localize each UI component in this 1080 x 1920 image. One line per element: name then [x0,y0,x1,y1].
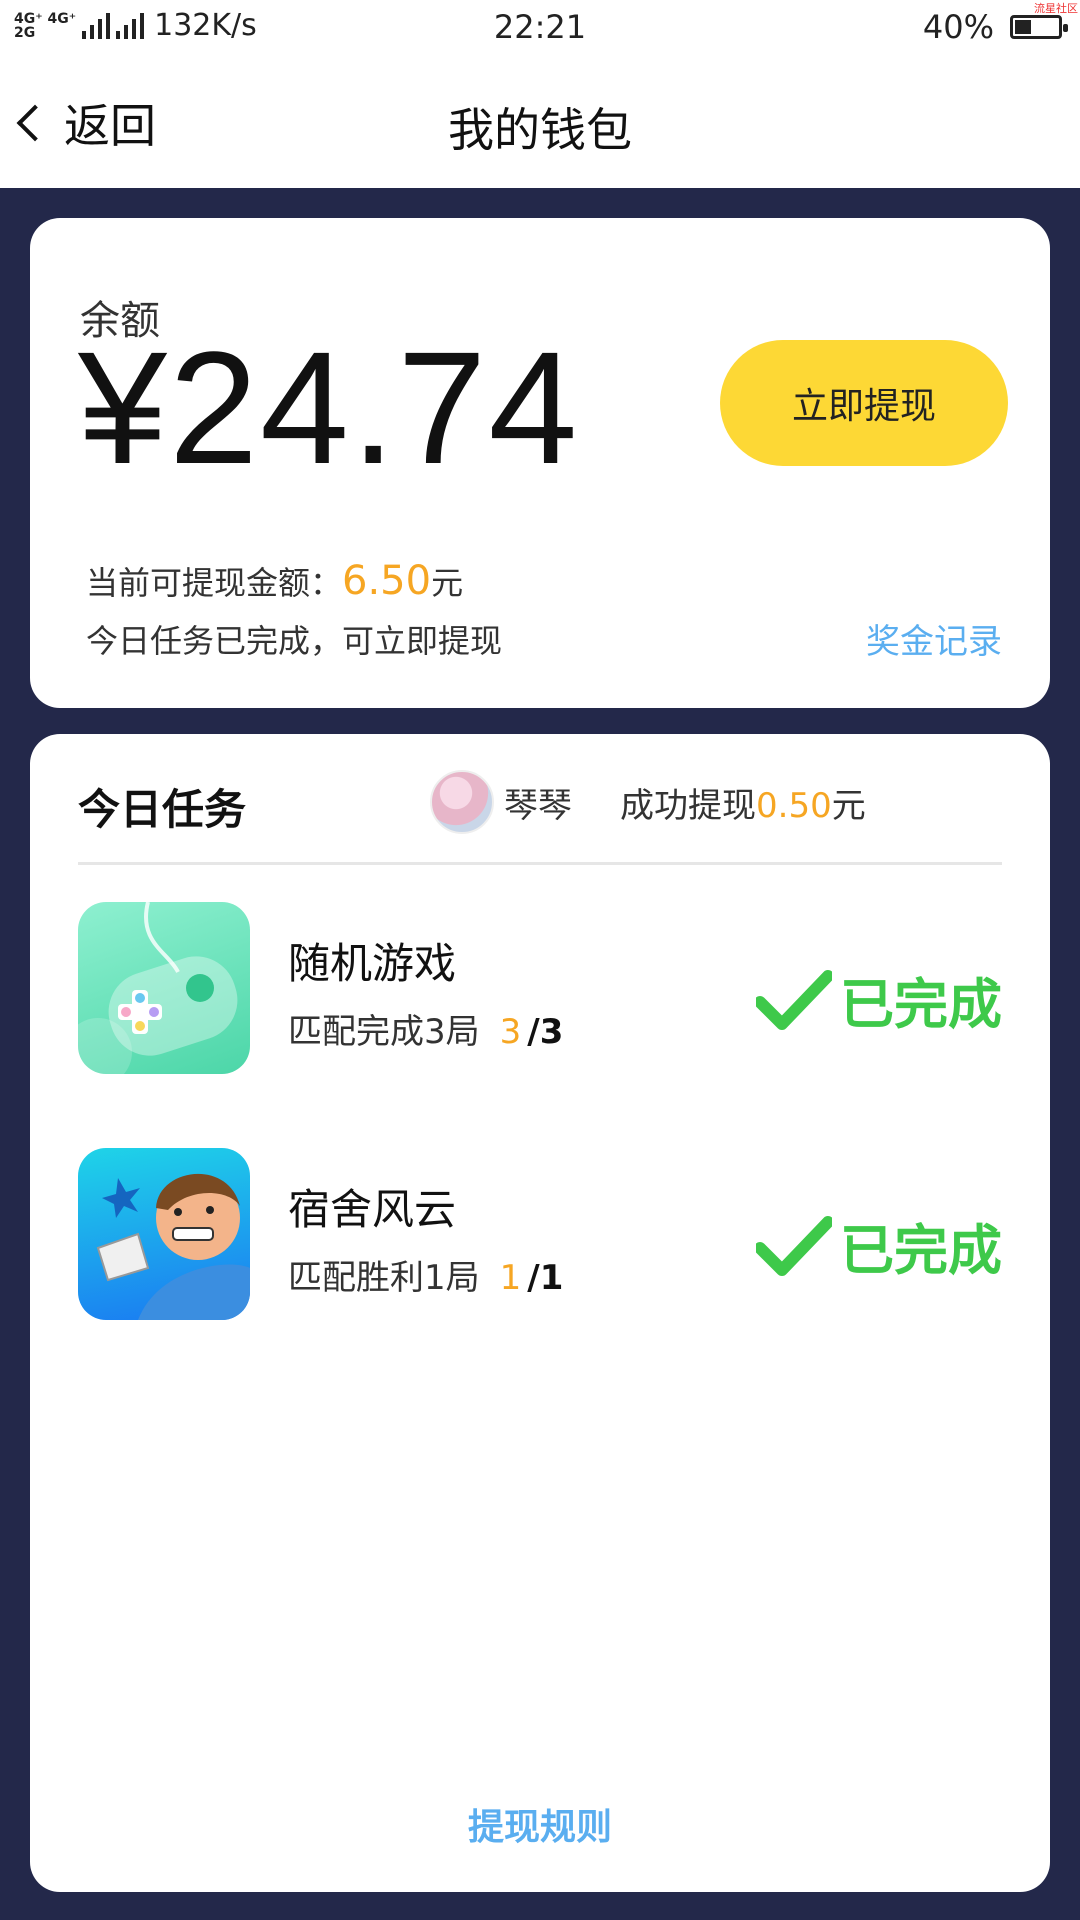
success-prefix: 成功提现 [620,786,756,826]
check-icon [756,1215,832,1276]
completed-status: 已完成 [756,960,1002,1039]
watermark: 流星社区 [1034,2,1078,15]
completed-label: 已完成 [840,973,1002,1036]
completed-status: 已完成 [756,1206,1002,1285]
status-bar: 4G⁺ 4G⁺ 2G 132K/s 22:21 40% 流星社区 [0,0,1080,60]
nav-bar: 返回 我的钱包 [0,60,1080,188]
success-amount: 0.50 [756,786,832,826]
task-requirement: 匹配胜利1局 [288,1258,480,1298]
divider [78,862,1002,865]
withdraw-rules-link[interactable]: 提现规则 [30,1798,1050,1850]
completed-label: 已完成 [840,1219,1002,1282]
success-withdraw-notice: 成功提现0.50元 [620,778,866,827]
task-progress-total: /3 [527,1012,564,1052]
task-title: 宿舍风云 [288,1185,457,1234]
success-unit: 元 [831,786,866,826]
available-unit: 元 [431,564,464,602]
battery-percent: 40% [922,8,994,46]
withdraw-now-button[interactable]: 立即提现 [720,340,1008,466]
game-controller-icon [78,902,250,1074]
clock: 22:21 [493,8,587,46]
tasks-card: 今日任务 琴琴 成功提现0.50元 随机游戏 匹配完成3局 3 /3 已完成 宿… [30,734,1050,1892]
dorm-game-icon [78,1148,250,1320]
task-progress-current: 1 [499,1258,522,1298]
balance-card: 余额 ¥24.74 立即提现 当前可提现金额： 6.50 元 今日任务已完成，可… [30,218,1050,708]
check-icon [756,969,832,1030]
list-item[interactable]: 随机游戏 匹配完成3局 3/3 已完成 [78,902,1002,1074]
available-prefix: 当前可提现金额： [86,564,343,602]
battery-icon [1010,15,1068,39]
bonus-records-link[interactable]: 奖金记录 [866,614,1002,663]
task-status-text: 今日任务已完成，可立即提现 [86,622,503,660]
task-desc: 匹配完成3局 3/3 [288,1004,563,1053]
task-progress-total: /1 [527,1258,564,1298]
tasks-heading: 今日任务 [78,785,247,834]
page-title: 我的钱包 [448,103,632,157]
user-name: 琴琴 [504,786,572,826]
avatar [430,770,494,834]
task-desc: 匹配胜利1局 1/1 [288,1250,563,1299]
task-requirement: 匹配完成3局 [288,1012,480,1052]
task-progress-current: 3 [499,1012,522,1052]
list-item[interactable]: 宿舍风云 匹配胜利1局 1/1 已完成 [78,1148,1002,1320]
task-title: 随机游戏 [288,939,457,988]
available-amount: 6.50 [342,558,432,604]
available-amount-row: 当前可提现金额： 6.50 元 [86,558,463,604]
balance-amount: ¥24.74 [78,318,580,497]
